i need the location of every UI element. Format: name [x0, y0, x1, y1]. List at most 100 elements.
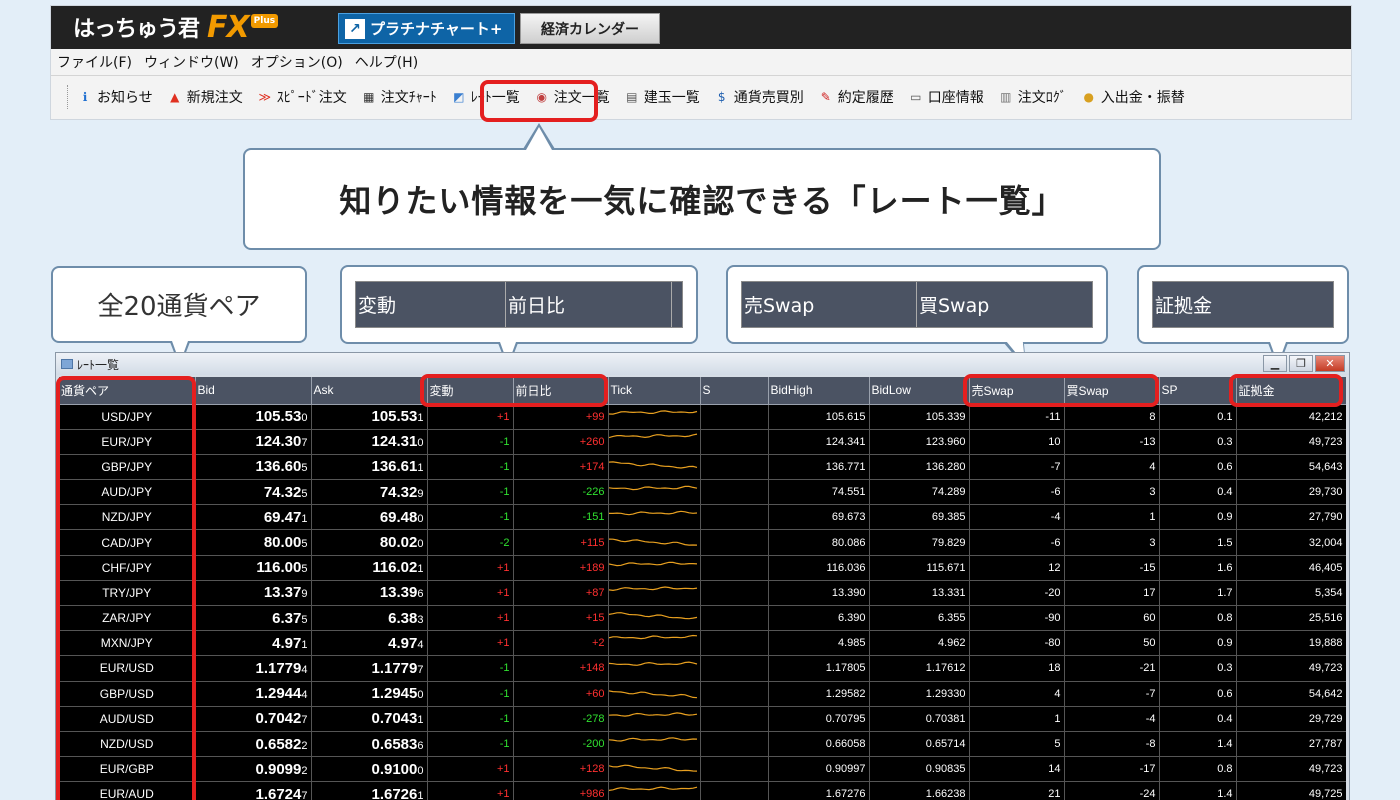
ask-price[interactable]: 124.31 — [371, 433, 417, 450]
column-header[interactable]: Bid — [195, 377, 312, 405]
close-icon[interactable]: ✕ — [1315, 355, 1345, 372]
toolbar-rate-list-button[interactable]: ◩ ﾚｰﾄ一覧 — [451, 87, 520, 107]
table-row[interactable]: MXN/JPY 4.971 4.974 +1 +2 4.985 4.962 -80 50 0.9 1… — [59, 630, 1346, 657]
column-header[interactable]: 証拠金 — [1236, 377, 1346, 405]
bid-price[interactable]: 6.37 — [272, 610, 301, 627]
menu-window[interactable]: ウィンドウ(W) — [144, 52, 239, 72]
menu-file[interactable]: ファイル(F) — [57, 52, 132, 72]
bid-price[interactable]: 0.9099 — [255, 761, 301, 778]
ask-pip: 4 — [417, 638, 424, 651]
window-buttons: ▁ ❐ ✕ — [1263, 355, 1345, 372]
ask-price[interactable]: 74.32 — [380, 484, 418, 501]
toolbar-account-button[interactable]: ▭ 口座情報 — [908, 87, 984, 107]
table-row[interactable]: EUR/GBP 0.90992 0.91000 +1 +128 0.90997 0.9083… — [59, 756, 1346, 783]
ask-price[interactable]: 4.97 — [388, 635, 417, 652]
table-row[interactable]: NZD/USD 0.65822 0.65836 -1 -200 0.66058 0.6571… — [59, 731, 1346, 758]
ask-price[interactable]: 136.61 — [371, 458, 417, 475]
toolbar-info-button[interactable]: ℹ お知らせ — [77, 87, 153, 107]
toolbar-order-chart-button[interactable]: ▦ 注文ﾁｬｰﾄ — [361, 87, 437, 107]
bid-price[interactable]: 116.00 — [256, 559, 301, 576]
ask-price[interactable]: 0.7043 — [371, 710, 417, 727]
table-row[interactable]: CHF/JPY 116.005 116.021 +1 +189 116.036 115.67… — [59, 555, 1346, 581]
toolbar-position-list-button[interactable]: ▤ 建玉一覧 — [624, 87, 700, 107]
bid-price[interactable]: 0.7042 — [255, 710, 301, 727]
platinum-chart-tab[interactable]: ↗ プラチナチャート+ — [338, 13, 515, 44]
bid-price[interactable]: 124.30 — [255, 433, 301, 450]
bid-price[interactable]: 1.1779 — [255, 660, 301, 677]
minimize-icon[interactable]: ▁ — [1263, 355, 1287, 372]
toolbar-history-button[interactable]: ✎ 約定履歴 — [818, 87, 894, 107]
rate-list-title: ﾚｰﾄ一覧 — [77, 357, 120, 372]
ask-price[interactable]: 105.53 — [371, 408, 417, 425]
bid-price[interactable]: 13.37 — [264, 584, 302, 601]
column-header[interactable]: 売Swap — [969, 377, 1065, 405]
ask-cell: 136.611 — [311, 454, 428, 481]
ask-price[interactable]: 1.2945 — [371, 685, 417, 702]
ask-price[interactable]: 69.48 — [380, 509, 418, 526]
toolbar-order-log-button[interactable]: ▥ 注文ﾛｸﾞ — [998, 87, 1067, 107]
bid-price[interactable]: 136.60 — [255, 458, 301, 475]
column-header[interactable]: S — [700, 377, 769, 405]
bid-price[interactable]: 1.6724 — [255, 786, 301, 800]
column-header[interactable]: SP — [1159, 377, 1237, 405]
table-row[interactable]: EUR/JPY 124.307 124.310 -1 +260 124.341 123.96… — [59, 429, 1346, 455]
menu-help[interactable]: ヘルプ(H) — [355, 52, 418, 72]
bid-price[interactable]: 4.97 — [272, 635, 301, 652]
restore-icon[interactable]: ❐ — [1289, 355, 1313, 372]
column-header[interactable]: BidHigh — [768, 377, 870, 405]
ask-price[interactable]: 0.9100 — [371, 761, 417, 778]
column-header[interactable]: Tick — [608, 377, 701, 405]
column-header[interactable]: 前日比 — [513, 377, 609, 405]
table-row[interactable]: CAD/JPY 80.005 80.020 -2 +115 80.086 79.829 -6 3… — [59, 529, 1346, 556]
column-header[interactable]: BidLow — [869, 377, 970, 405]
table-row[interactable]: USD/JPY 105.530 105.531 +1 +99 105.615 105.339… — [59, 404, 1346, 430]
table-row[interactable]: GBP/JPY 136.605 136.611 -1 +174 136.771 136.28… — [59, 454, 1346, 481]
bid-price[interactable]: 80.00 — [264, 534, 302, 551]
margin-cell: 5,354 — [1236, 580, 1346, 607]
column-header[interactable]: 変動 — [427, 377, 514, 405]
bid-price[interactable]: 69.47 — [264, 509, 302, 526]
toolbar-order-list-button[interactable]: ◉ 注文一覧 — [534, 87, 609, 107]
toolbar-speed-order-button[interactable]: ≫ ｽﾋﾟｰﾄﾞ注文 — [257, 87, 346, 107]
table-row[interactable]: EUR/AUD 1.67247 1.67261 +1 +986 1.67276 1.6623… — [59, 781, 1346, 800]
economic-calendar-tab[interactable]: 経済カレンダー — [520, 13, 660, 44]
bid-low-cell: 74.289 — [869, 479, 970, 506]
ask-price[interactable]: 80.02 — [380, 534, 418, 551]
table-row[interactable]: AUD/USD 0.70427 0.70431 -1 -278 0.70795 0.7038… — [59, 706, 1346, 732]
toolbar-grip[interactable] — [67, 84, 71, 109]
table-row[interactable]: GBP/USD 1.29444 1.29450 -1 +60 1.29582 1.29330… — [59, 681, 1346, 707]
bid-price[interactable]: 0.6582 — [255, 736, 301, 753]
table-row[interactable]: EUR/USD 1.17794 1.17797 -1 +148 1.17805 1.1761… — [59, 655, 1346, 682]
column-header[interactable]: 通貨ペア — [59, 377, 196, 405]
table-row[interactable]: TRY/JPY 13.379 13.396 +1 +87 13.390 13.331 -20 1… — [59, 580, 1346, 607]
buy-swap-cell: -24 — [1064, 781, 1160, 800]
table-row[interactable]: NZD/JPY 69.471 69.480 -1 -151 69.673 69.385 -4 1… — [59, 504, 1346, 531]
ask-price[interactable]: 13.39 — [380, 584, 418, 601]
s-cell — [700, 504, 769, 531]
column-header[interactable]: 買Swap — [1064, 377, 1160, 405]
column-header[interactable]: Ask — [311, 377, 428, 405]
rate-table-body: USD/JPY 105.530 105.531 +1 +99 105.615 105.339… — [59, 404, 1346, 800]
table-row[interactable]: ZAR/JPY 6.375 6.383 +1 +15 6.390 6.355 -90 60 0.8… — [59, 605, 1346, 632]
buy-swap-cell: 4 — [1064, 454, 1160, 481]
prev-day-cell: +148 — [513, 655, 609, 682]
bid-price[interactable]: 1.2944 — [255, 685, 301, 702]
toolbar-new-order-button[interactable]: ▲ 新規注文 — [167, 87, 243, 107]
tick-chart-cell — [608, 429, 701, 455]
menu-options[interactable]: オプション(O) — [251, 52, 343, 72]
ask-price[interactable]: 116.02 — [372, 559, 417, 576]
ask-price[interactable]: 0.6583 — [371, 736, 417, 753]
ask-price[interactable]: 6.38 — [388, 610, 417, 627]
toolbar-deposit-button[interactable]: ● 入出金・振替 — [1081, 87, 1184, 107]
table-row[interactable]: AUD/JPY 74.325 74.329 -1 -226 74.551 74.289 -6 3… — [59, 479, 1346, 506]
spread-cell: 1.5 — [1159, 529, 1237, 556]
bid-price[interactable]: 105.53 — [255, 408, 301, 425]
account-icon: ▭ — [910, 89, 922, 104]
ask-cell: 74.329 — [311, 479, 428, 506]
bid-price[interactable]: 74.32 — [264, 484, 302, 501]
toolbar-currency-button[interactable]: $ 通貨売買別 — [714, 87, 804, 107]
ask-price[interactable]: 1.6726 — [371, 786, 417, 800]
ask-price[interactable]: 1.1779 — [371, 660, 417, 677]
rate-list-titlebar[interactable]: ﾚｰﾄ一覧 ▁ ❐ ✕ — [56, 353, 1349, 375]
rate-table: 通貨ペア Bid Ask 変動 前日比 Tick S BidHigh BidLow 売Swap 買S… — [59, 377, 1346, 800]
